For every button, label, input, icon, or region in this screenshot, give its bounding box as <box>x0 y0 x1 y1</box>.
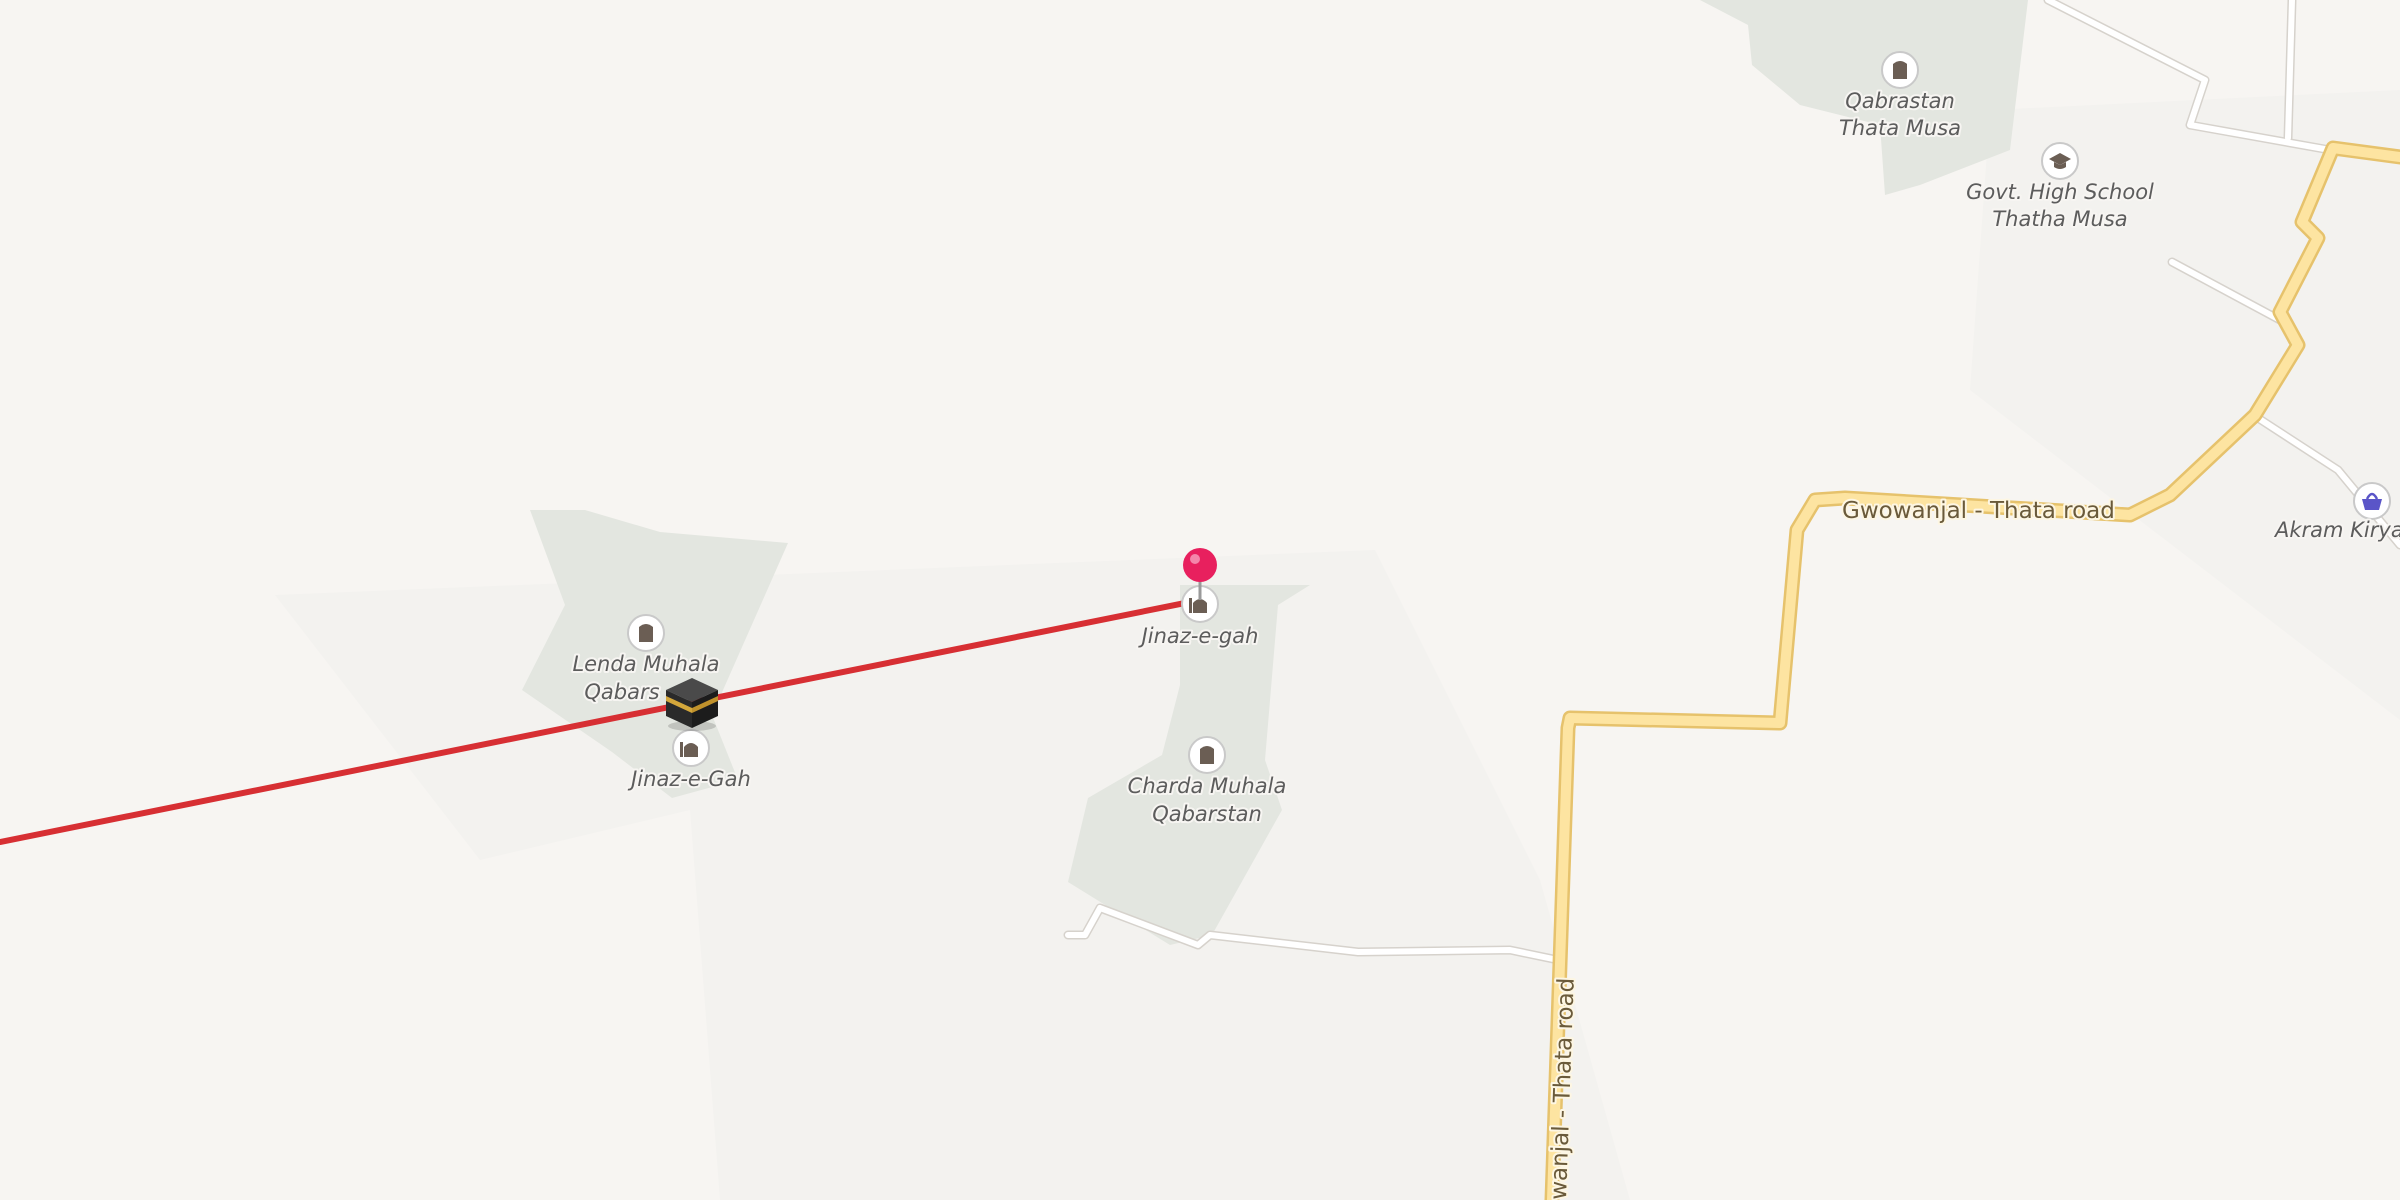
school-icon <box>2041 142 2079 180</box>
poi-label-line: Charda Muhala <box>1128 774 1287 798</box>
poi-label-line: Thatha Musa <box>1992 207 2127 231</box>
mosque-icon <box>672 729 710 767</box>
poi-label-line: Govt. High School <box>1966 180 2154 204</box>
cemetery-icon <box>1881 51 1919 89</box>
map-canvas[interactable]: Gwowanjal - Thata road wanjal - Thata ro… <box>0 0 2400 1200</box>
cemetery-icon <box>1188 736 1226 774</box>
poi-label-line: Qabarstan <box>1152 802 1262 826</box>
poi-label-line: Lenda Muhala <box>572 652 719 676</box>
road-label-gwowanjal-thata: Gwowanjal - Thata road <box>1842 498 2115 524</box>
poi-label-line: Qabrastan <box>1845 89 1955 113</box>
cemetery-icon <box>627 614 665 652</box>
poi-label-line: Thata Musa <box>1839 116 1961 140</box>
poi-label: Akram Kirya <box>2273 518 2400 542</box>
poi-label-line: Qabars <box>584 680 659 704</box>
shop-basket-icon <box>2353 482 2391 520</box>
poi-label: Jinaz-e-gah <box>1138 624 1259 648</box>
poi-label: Jinaz-e-Gah <box>627 767 751 791</box>
